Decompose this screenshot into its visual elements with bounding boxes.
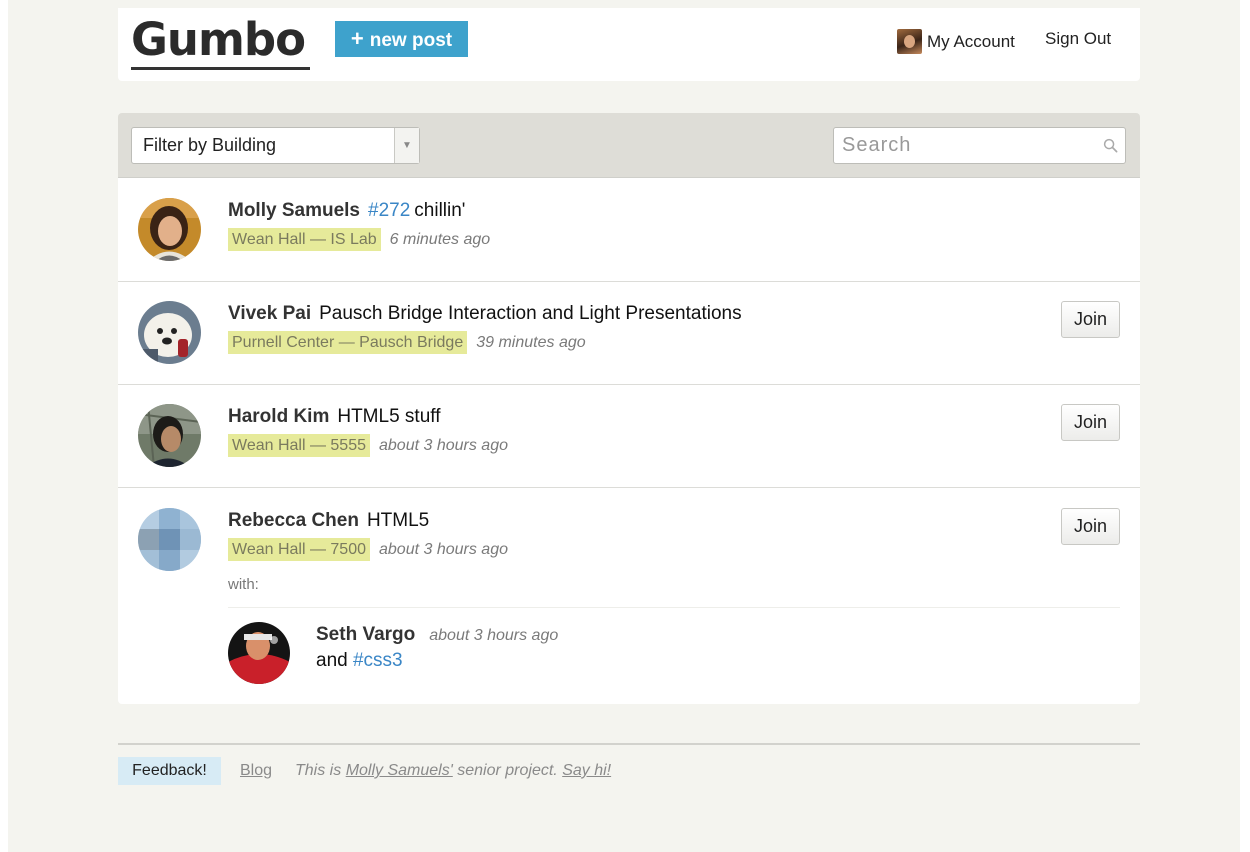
post-title: chillin': [414, 200, 466, 221]
location-badge[interactable]: Wean Hall — 5555: [228, 434, 370, 457]
avatar[interactable]: [138, 404, 201, 467]
avatar[interactable]: [138, 508, 201, 571]
post-feed: Molly Samuels #272 chillin' Wean Hall — IS…: [118, 178, 1140, 704]
join-button[interactable]: Join: [1061, 508, 1120, 545]
filter-bar: Filter by Building ▼: [118, 113, 1140, 178]
post-meta: Wean Hall — 7500 about 3 hours ago: [228, 538, 508, 561]
top-header: Gumbo + new post My Account Sign Out: [118, 8, 1140, 81]
footer-divider: [118, 743, 1140, 745]
post-time: 39 minutes ago: [476, 334, 586, 351]
credit-middle: senior project.: [457, 762, 558, 779]
my-account-label: My Account: [927, 31, 1015, 51]
post-item: Molly Samuels #272 chillin' Wean Hall — IS…: [118, 178, 1140, 282]
participant-name[interactable]: Seth Vargo: [316, 624, 415, 645]
post-author[interactable]: Molly Samuels: [228, 200, 360, 221]
location-badge[interactable]: Wean Hall — 7500: [228, 538, 370, 561]
my-account-link[interactable]: My Account: [897, 29, 1015, 54]
participant-time: about 3 hours ago: [429, 627, 559, 644]
post-meta: Wean Hall — IS Lab 6 minutes ago: [228, 228, 491, 251]
footer-credit: This is Molly Samuels' senior project. S…: [295, 762, 611, 780]
participant-message-text: and: [316, 650, 348, 671]
user-avatar-icon: [897, 29, 922, 54]
with-label: with:: [228, 576, 259, 593]
post-title: HTML5: [366, 510, 430, 531]
avatar[interactable]: [228, 622, 290, 684]
search-box: [833, 127, 1126, 164]
new-post-label: new post: [369, 30, 453, 51]
post-time: 6 minutes ago: [389, 231, 491, 248]
post-meta: Purnell Center — Pausch Bridge 39 minutes…: [228, 331, 586, 354]
post-headline: Vivek Pai Pausch Bridge Interaction and L…: [228, 303, 742, 325]
avatar[interactable]: [138, 301, 201, 364]
plus-icon: +: [350, 26, 364, 51]
post-time: about 3 hours ago: [379, 437, 508, 454]
post-meta: Wean Hall — 5555 about 3 hours ago: [228, 434, 508, 457]
post-headline: Rebecca Chen HTML5: [228, 510, 429, 532]
post-title: Pausch Bridge Interaction and Light Pres…: [319, 303, 742, 324]
say-hi-link[interactable]: Say hi!: [562, 762, 611, 779]
location-badge[interactable]: Purnell Center — Pausch Bridge: [228, 331, 468, 354]
location-badge[interactable]: Wean Hall — IS Lab: [228, 228, 381, 251]
participant-headline: Seth Vargo about 3 hours ago: [316, 624, 558, 646]
participant-message: and #css3: [316, 650, 403, 672]
post-item: Rebecca Chen HTML5 Wean Hall — 7500 about …: [118, 488, 1140, 704]
hashtag-link[interactable]: #css3: [353, 650, 403, 671]
post-author[interactable]: Rebecca Chen: [228, 510, 359, 531]
building-filter-select[interactable]: Filter by Building ▼: [131, 127, 420, 164]
post-item: Vivek Pai Pausch Bridge Interaction and L…: [118, 281, 1140, 385]
hashtag-link[interactable]: #272: [368, 200, 410, 221]
post-author[interactable]: Harold Kim: [228, 406, 329, 427]
divider: [228, 607, 1120, 608]
building-filter-value: Filter by Building: [143, 135, 277, 155]
post-title: HTML5 stuff: [337, 406, 441, 427]
search-icon[interactable]: [1103, 138, 1118, 153]
post-headline: Molly Samuels #272 chillin': [228, 200, 465, 222]
post-time: about 3 hours ago: [379, 541, 508, 558]
credit-prefix: This is: [295, 762, 342, 779]
post-headline: Harold Kim HTML5 stuff: [228, 406, 441, 428]
post-author[interactable]: Vivek Pai: [228, 303, 311, 324]
chevron-down-icon: ▼: [394, 128, 419, 163]
join-button[interactable]: Join: [1061, 404, 1120, 441]
site-logo[interactable]: Gumbo: [131, 12, 310, 70]
author-link[interactable]: Molly Samuels': [346, 762, 453, 779]
avatar[interactable]: [138, 198, 201, 261]
new-post-button[interactable]: + new post: [335, 21, 468, 57]
footer-blog: Blog: [240, 762, 272, 780]
join-button[interactable]: Join: [1061, 301, 1120, 338]
post-item: Harold Kim HTML5 stuff Wean Hall — 5555 ab…: [118, 384, 1140, 488]
blog-link[interactable]: Blog: [240, 762, 272, 779]
feedback-button[interactable]: Feedback!: [118, 757, 221, 785]
sign-out-link[interactable]: Sign Out: [1045, 29, 1111, 49]
search-input[interactable]: [834, 128, 1084, 163]
